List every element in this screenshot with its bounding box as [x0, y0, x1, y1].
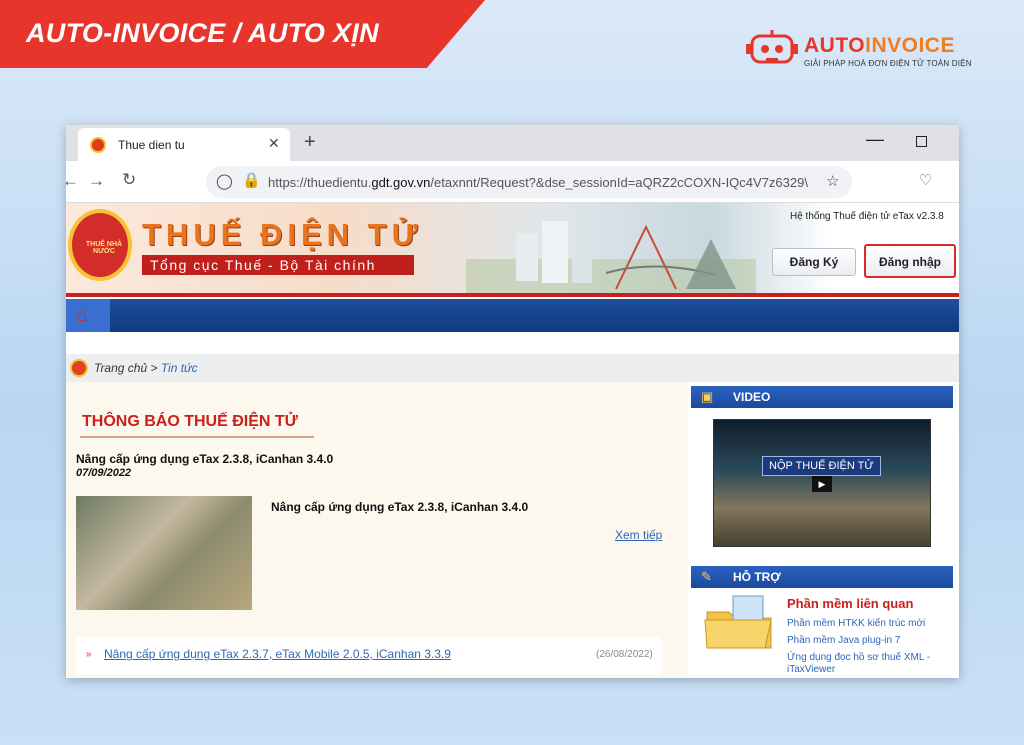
header-divider — [66, 293, 959, 297]
main-nav-bar: ⌂ — [66, 299, 959, 332]
banner-title: AUTO-INVOICE / AUTO XỊN — [26, 18, 379, 48]
support-icon: ✎ — [701, 569, 712, 584]
brand-tagline: GIẢI PHÁP HOÁ ĐƠN ĐIỆN TỬ TOÀN DIỆN — [804, 59, 972, 68]
reload-icon[interactable]: ↻ — [122, 170, 136, 190]
new-tab-button[interactable]: + — [304, 131, 316, 154]
forward-icon[interactable]: → — [88, 171, 105, 191]
minimize-button[interactable]: — — [866, 129, 884, 150]
film-icon: ▣ — [701, 389, 714, 404]
brand-name: AUTOINVOICE — [804, 34, 955, 57]
support-link-xml[interactable]: Ứng dụng đọc hồ sơ thuế XML - — [787, 652, 930, 663]
support-heading: ✎ HỖ TRỢ — [691, 566, 953, 588]
robot-logo-icon — [746, 30, 798, 64]
lock-icon[interactable]: 🔒 — [242, 171, 261, 189]
support-link-java[interactable]: Phần mềm Java plug-in 7 — [787, 635, 900, 646]
emblem-small-icon — [70, 359, 88, 377]
list-item-date: (26/08/2022) — [596, 649, 653, 660]
sidebar: ▣ VIDEO NỘP THUẾ ĐIỆN TỬ ▶ ✎ HỖ TRỢ Phần… — [691, 382, 959, 678]
video-player[interactable]: NỘP THUẾ ĐIỆN TỬ ▶ — [713, 419, 931, 547]
site-favicon-icon — [90, 137, 106, 153]
shield-icon[interactable]: ◯ — [216, 172, 233, 190]
video-heading: ▣ VIDEO — [691, 386, 953, 408]
site-title: THUẾ ĐIỆN TỬ — [142, 217, 423, 252]
browser-tab[interactable]: Thue dien tu ✕ — [78, 128, 290, 161]
breadcrumb-text: Trang chủ > Tin tức — [94, 361, 198, 375]
breadcrumb-home[interactable]: Trang chủ — [94, 361, 147, 375]
website-content: THUẾ NHÀ NƯỚC THUẾ ĐIỆN TỬ Tổng cục Thuế… — [66, 203, 959, 678]
video-caption: NỘP THUẾ ĐIỆN TỬ — [762, 456, 881, 476]
news-main: THÔNG BÁO THUẾ ĐIỆN TỬ Nâng cấp ứng dụng… — [66, 382, 688, 678]
tab-title: Thue dien tu — [118, 138, 185, 152]
tax-emblem-icon: THUẾ NHÀ NƯỚC — [68, 209, 132, 281]
post-title[interactable]: Nâng cấp ứng dụng eTax 2.3.8, iCanhan 3.… — [76, 452, 333, 466]
post-summary: Nâng cấp ứng dụng eTax 2.3.8, iCanhan 3.… — [271, 500, 529, 514]
url-text[interactable]: https://thuedientu.gdt.gov.vn/etaxnnt/Re… — [268, 175, 813, 190]
folder-icon — [704, 595, 772, 649]
support-link-itaxviewer[interactable]: iTaxViewer — [787, 664, 835, 675]
breadcrumb-current[interactable]: Tin tức — [161, 361, 198, 375]
address-toolbar: ← → ↻ ◯ 🔒 https://thuedientu.gdt.gov.vn/… — [66, 161, 959, 203]
city-skyline-image — [466, 221, 756, 293]
home-button[interactable]: ⌂ — [66, 299, 110, 332]
login-button[interactable]: Đăng nhập — [864, 244, 956, 278]
bullet-icon: » — [86, 649, 92, 660]
back-icon[interactable]: ← — [66, 171, 79, 191]
support-title: Phần mềm liên quan — [787, 596, 914, 611]
system-version-label: Hệ thống Thuế điện tử eTax v2.3.8 — [790, 211, 944, 222]
support-link-htkk[interactable]: Phần mềm HTKK kiến trúc mới — [787, 618, 925, 629]
play-icon[interactable]: ▶ — [812, 476, 832, 492]
breadcrumb: Trang chủ > Tin tức — [66, 354, 959, 382]
site-subtitle: Tổng cục Thuế - Bộ Tài chính — [150, 257, 376, 273]
site-header: THUẾ NHÀ NƯỚC THUẾ ĐIỆN TỬ Tổng cục Thuế… — [66, 203, 959, 295]
list-item[interactable]: Nâng cấp ứng dụng eTax 2.3.7, eTax Mobil… — [104, 647, 451, 661]
notice-underline — [80, 436, 314, 438]
register-button[interactable]: Đăng Ký — [772, 248, 856, 276]
site-subtitle-bar: Tổng cục Thuế - Bộ Tài chính — [142, 255, 414, 275]
money-photo — [76, 496, 252, 610]
post-date: 07/09/2022 — [76, 467, 132, 479]
notice-title: THÔNG BÁO THUẾ ĐIỆN TỬ — [82, 413, 298, 430]
read-more-link[interactable]: Xem tiếp — [615, 528, 662, 542]
browser-window: Thue dien tu ✕ + — ← → ↻ ◯ 🔒 https://thu… — [66, 125, 959, 678]
autoinvoice-logo: AUTOINVOICE GIẢI PHÁP HOÁ ĐƠN ĐIỆN TỬ TO… — [746, 28, 986, 72]
home-icon: ⌂ — [76, 305, 88, 326]
news-list: » Nâng cấp ứng dụng eTax 2.3.7, eTax Mob… — [76, 637, 662, 675]
bookmark-star-icon[interactable]: ☆ — [826, 172, 839, 190]
maximize-button[interactable] — [916, 136, 927, 147]
close-tab-icon[interactable]: ✕ — [268, 135, 280, 152]
tab-bar: Thue dien tu ✕ + — — [66, 125, 959, 161]
address-bar[interactable]: ◯ 🔒 https://thuedientu.gdt.gov.vn/etaxnn… — [206, 166, 852, 198]
pocket-icon[interactable]: ♡ — [919, 171, 932, 189]
